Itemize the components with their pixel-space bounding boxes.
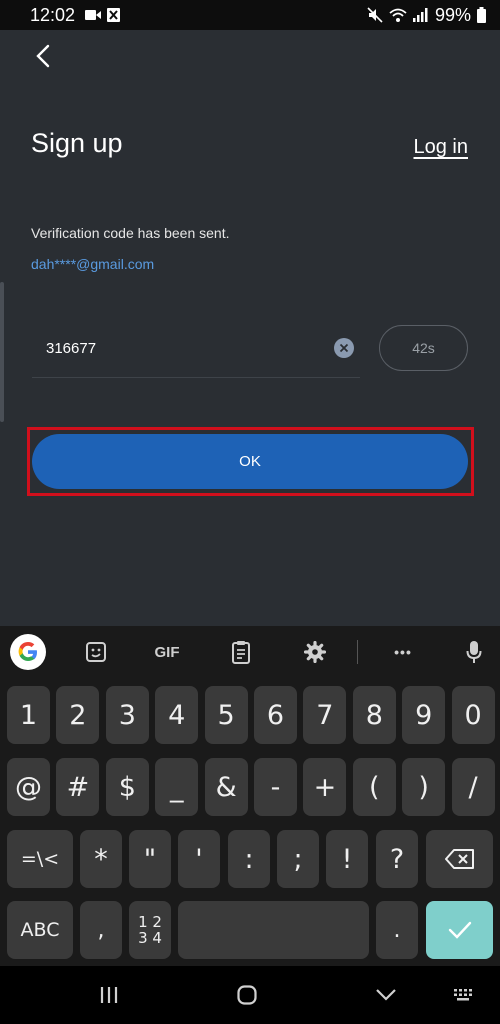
- page-title: Sign up: [31, 128, 123, 158]
- clear-icon: [339, 343, 349, 353]
- key-row1-4[interactable]: 5: [204, 686, 248, 744]
- ok-button[interactable]: OK: [32, 434, 468, 489]
- verification-code-input[interactable]: 316677: [32, 320, 360, 378]
- space-key[interactable]: [178, 901, 369, 959]
- key-row2-9[interactable]: /: [451, 758, 495, 816]
- number-page-label: 1 2 3 4: [138, 914, 162, 946]
- done-key[interactable]: [426, 901, 493, 959]
- key-row2-5[interactable]: -: [254, 758, 297, 816]
- microphone-icon[interactable]: [463, 638, 485, 666]
- hide-keyboard-button[interactable]: [374, 982, 398, 1008]
- status-right: 99%: [367, 5, 486, 26]
- key-row2-8[interactable]: ): [402, 758, 446, 816]
- key-row1-5[interactable]: 6: [254, 686, 297, 744]
- key-row3-6[interactable]: !: [326, 830, 368, 888]
- key-row3-2[interactable]: ": [129, 830, 171, 888]
- google-icon[interactable]: [10, 634, 46, 670]
- key-row3-7[interactable]: ?: [376, 830, 418, 888]
- status-bar: 12:02 99%: [0, 0, 500, 30]
- status-time: 12:02: [30, 4, 76, 25]
- key-row1-2[interactable]: 3: [105, 686, 149, 744]
- verification-message: Verification code has been sent.: [31, 225, 230, 241]
- back-button[interactable]: [28, 40, 60, 72]
- gif-button[interactable]: GIF: [150, 638, 184, 666]
- key-row2-2[interactable]: $: [105, 758, 149, 816]
- more-options-button[interactable]: •••: [388, 638, 418, 666]
- edge-panel-handle[interactable]: [0, 282, 4, 422]
- keyboard: GIF ••• ABC , 1 2 3 4 . 1 2 3 4 5 6 7 8 9 0 @ # $ _ & -…: [0, 626, 500, 966]
- number-page-top: 1 2: [138, 913, 162, 931]
- key-row1-1[interactable]: 2: [56, 686, 100, 744]
- recent-apps-icon: [100, 987, 118, 1003]
- number-page-bottom: 3 4: [138, 929, 162, 947]
- key-row1-3[interactable]: 4: [155, 686, 199, 744]
- battery-icon: [477, 7, 486, 23]
- email-address: dah****@gmail.com: [31, 256, 155, 272]
- wifi-icon: [389, 8, 407, 22]
- abc-key[interactable]: ABC: [7, 901, 73, 959]
- checkmark-icon: [448, 921, 471, 939]
- key-row3-5[interactable]: ;: [277, 830, 319, 888]
- key-row2-0[interactable]: @: [7, 758, 50, 816]
- key-row1-9[interactable]: 0: [451, 686, 495, 744]
- backspace-icon: [444, 849, 474, 869]
- settings-icon[interactable]: [302, 638, 328, 666]
- video-call-icon: [85, 10, 102, 20]
- key-row2-3[interactable]: _: [155, 758, 199, 816]
- chevron-down-icon: [376, 989, 396, 1001]
- key-row1-7[interactable]: 8: [352, 686, 396, 744]
- key-row1-6[interactable]: 7: [303, 686, 347, 744]
- key-row3-0[interactable]: =\<: [7, 830, 73, 888]
- recent-apps-button[interactable]: [98, 982, 120, 1008]
- keyboard-icon: [454, 989, 472, 1001]
- home-button[interactable]: [236, 982, 258, 1008]
- sticker-icon[interactable]: [82, 638, 110, 666]
- mute-icon: [367, 7, 383, 23]
- excel-icon: [107, 8, 121, 22]
- navigation-bar: [0, 966, 500, 1024]
- backspace-key[interactable]: [426, 830, 493, 888]
- home-icon: [237, 985, 257, 1005]
- keyboard-toolbar: GIF •••: [0, 626, 500, 678]
- battery-percent: 99%: [434, 4, 471, 25]
- keyboard-switch-button[interactable]: [452, 982, 476, 1008]
- key-row2-1[interactable]: #: [56, 758, 100, 816]
- comma-key[interactable]: ,: [80, 901, 122, 959]
- key-row2-6[interactable]: +: [303, 758, 347, 816]
- key-row2-4[interactable]: &: [204, 758, 248, 816]
- notification-icons: [85, 8, 121, 22]
- clear-button[interactable]: [334, 338, 354, 358]
- signup-screen: Sign up Log in Verification code has bee…: [0, 30, 500, 626]
- period-key[interactable]: .: [376, 901, 418, 959]
- key-row2-7[interactable]: (: [352, 758, 396, 816]
- resend-timer-button[interactable]: 42s: [379, 325, 468, 371]
- key-row3-3[interactable]: ': [178, 830, 220, 888]
- signal-icon: [412, 8, 428, 22]
- login-link[interactable]: Log in: [414, 136, 469, 159]
- back-arrow-icon: [36, 44, 50, 68]
- code-value: 316677: [46, 340, 97, 357]
- key-row3-4[interactable]: :: [228, 830, 270, 888]
- toolbar-divider: [357, 640, 358, 664]
- key-row1-0[interactable]: 1: [7, 686, 50, 744]
- key-row3-1[interactable]: *: [80, 830, 122, 888]
- clipboard-icon[interactable]: [229, 638, 253, 666]
- key-row1-8[interactable]: 9: [402, 686, 446, 744]
- number-page-key[interactable]: 1 2 3 4: [129, 901, 171, 959]
